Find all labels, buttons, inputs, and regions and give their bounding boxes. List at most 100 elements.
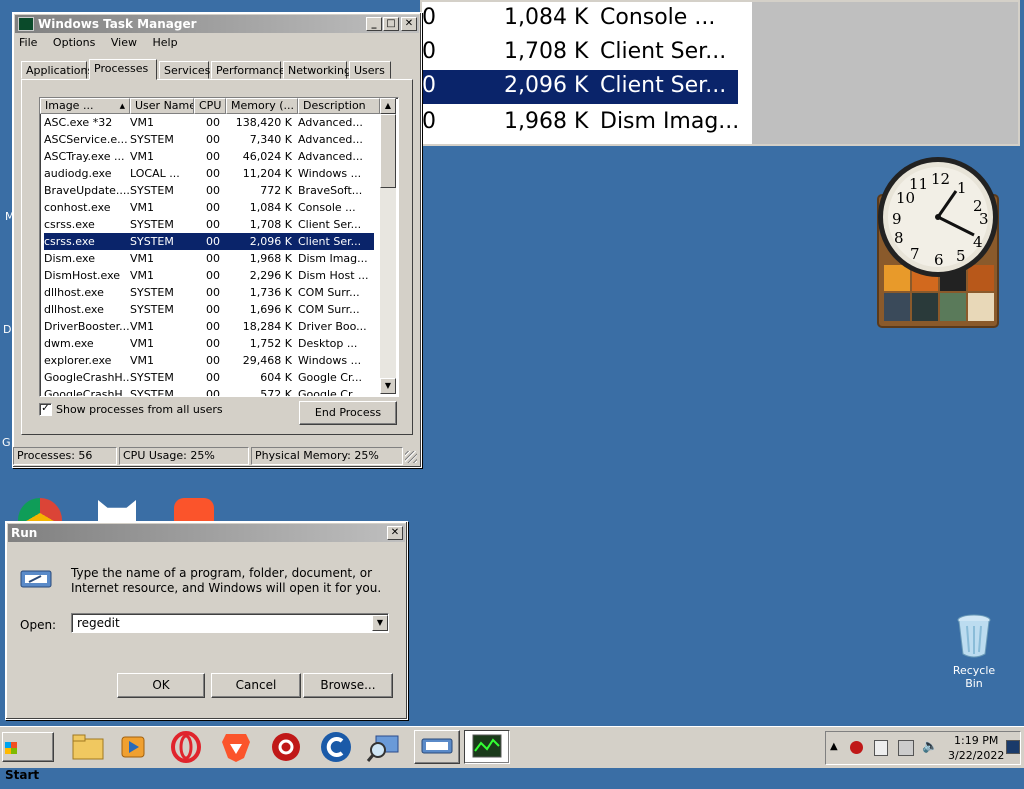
run-ok-button[interactable]: OK bbox=[117, 673, 205, 698]
brave-icon[interactable] bbox=[218, 730, 254, 764]
scroll-up-button[interactable]: ▲ bbox=[380, 98, 396, 114]
run-close-button[interactable]: ✕ bbox=[387, 526, 403, 540]
action-center-icon[interactable] bbox=[874, 740, 888, 756]
driver-booster-tray-icon[interactable] bbox=[850, 741, 863, 754]
column-user-name[interactable]: User Name bbox=[130, 98, 194, 114]
close-button[interactable]: ✕ bbox=[401, 17, 417, 31]
column-cpu[interactable]: CPU bbox=[194, 98, 226, 114]
process-image: explorer.exe bbox=[44, 354, 112, 367]
column-image[interactable]: Image ... ▲ bbox=[40, 98, 130, 114]
recycle-bin-icon[interactable] bbox=[956, 614, 992, 658]
process-row[interactable]: dwm.exe VM1 00 1,752 K Desktop ... bbox=[44, 335, 374, 352]
run-cancel-button[interactable]: Cancel bbox=[211, 673, 301, 698]
process-row[interactable]: audiodg.exe LOCAL ... 00 11,204 K Windows ..… bbox=[44, 165, 374, 182]
scroll-down-button[interactable]: ▼ bbox=[380, 378, 396, 394]
tab-performance[interactable]: Performance bbox=[211, 61, 286, 79]
task-manager-app-icon bbox=[18, 17, 34, 31]
show-hidden-icons-icon[interactable]: ▲ bbox=[830, 741, 838, 752]
end-process-button[interactable]: End Process bbox=[299, 401, 397, 425]
driver-booster-icon[interactable] bbox=[268, 730, 304, 764]
menu-view[interactable]: View bbox=[111, 36, 137, 49]
show-all-users-checkbox[interactable]: ✓ bbox=[39, 403, 52, 416]
run-open-field[interactable]: regedit ▼ bbox=[71, 613, 389, 633]
media-player-icon[interactable] bbox=[116, 730, 152, 764]
process-row[interactable]: ASCTray.exe ... VM1 00 46,024 K Advanced... bbox=[44, 148, 374, 165]
tab-networking[interactable]: Networking bbox=[283, 61, 351, 79]
tab-processes[interactable]: Processes bbox=[89, 59, 157, 80]
scroll-thumb[interactable] bbox=[380, 114, 396, 188]
process-memory: 572 K bbox=[260, 388, 292, 396]
menu-help[interactable]: Help bbox=[152, 36, 177, 49]
run-open-label: Open: bbox=[20, 618, 57, 632]
process-row[interactable]: ASC.exe *32 VM1 00 138,420 K Advanced... bbox=[44, 114, 374, 131]
process-row[interactable]: explorer.exe VM1 00 29,468 K Windows ... bbox=[44, 352, 374, 369]
clock-date[interactable]: 3/22/2022 bbox=[948, 749, 1004, 762]
ccleaner-icon[interactable] bbox=[318, 730, 354, 764]
process-row[interactable]: conhost.exe VM1 00 1,084 K Console ... bbox=[44, 199, 374, 216]
magnifier-window: 0 1,084 K Console ... 0 1,708 K Client S… bbox=[420, 0, 1020, 146]
process-description: COM Surr... bbox=[298, 303, 360, 316]
process-row[interactable]: csrss.exe SYSTEM 00 1,708 K Client Ser... bbox=[44, 216, 374, 233]
process-image: dllhost.exe bbox=[44, 286, 104, 299]
process-memory: 1,736 K bbox=[249, 286, 292, 299]
process-row[interactable]: BraveUpdate.... SYSTEM 00 772 K BraveSoft... bbox=[44, 182, 374, 199]
tab-applications[interactable]: Applications bbox=[21, 61, 93, 79]
process-image: ASC.exe *32 bbox=[44, 116, 113, 129]
process-user: SYSTEM bbox=[130, 235, 174, 248]
start-button[interactable]: Start bbox=[2, 732, 54, 782]
process-row-selected[interactable]: csrss.exe SYSTEM 00 2,096 K Client Ser... bbox=[44, 233, 374, 250]
process-row[interactable]: dllhost.exe SYSTEM 00 1,696 K COM Surr... bbox=[44, 301, 374, 318]
search-computer-icon[interactable] bbox=[366, 730, 402, 764]
tab-services[interactable]: Services bbox=[159, 61, 210, 79]
minimize-button[interactable]: _ bbox=[366, 17, 382, 31]
process-row[interactable]: GoogleCrashH... SYSTEM 00 604 K Google Cr... bbox=[44, 369, 374, 386]
tab-users[interactable]: Users bbox=[349, 61, 391, 79]
run-program-icon bbox=[20, 568, 52, 590]
clock-gadget[interactable]: 12 1 2 3 4 5 6 7 8 9 10 11 bbox=[874, 155, 1002, 330]
process-memory: 11,204 K bbox=[242, 167, 292, 180]
clock-time[interactable]: 1:19 PM bbox=[954, 734, 998, 747]
run-titlebar[interactable]: Run ✕ bbox=[8, 524, 405, 542]
process-user: SYSTEM bbox=[130, 303, 174, 316]
process-memory: 2,096 K bbox=[249, 235, 292, 248]
resize-grip-icon[interactable] bbox=[405, 451, 417, 463]
run-open-dropdown-button[interactable]: ▼ bbox=[372, 615, 388, 631]
status-processes: Processes: 56 bbox=[13, 447, 117, 465]
trash-can-icon bbox=[957, 614, 991, 658]
column-description[interactable]: Description bbox=[298, 98, 380, 114]
desktop-edge-letter-g: G bbox=[2, 436, 11, 449]
process-image: conhost.exe bbox=[44, 201, 111, 214]
process-row[interactable]: GoogleCrashH... SYSTEM 00 572 K Google Cr... bbox=[44, 386, 374, 396]
column-memory[interactable]: Memory (... bbox=[226, 98, 298, 114]
volume-icon[interactable]: 🔈 bbox=[922, 739, 938, 754]
process-list-header: Image ... ▲ User Name CPU Memory (... Des… bbox=[40, 98, 380, 114]
process-user: VM1 bbox=[130, 354, 155, 367]
process-row[interactable]: DismHost.exe VM1 00 2,296 K Dism Host ... bbox=[44, 267, 374, 284]
task-manager-title: Windows Task Manager bbox=[38, 17, 197, 31]
process-row[interactable]: ASCService.e... SYSTEM 00 7,340 K Advanced..… bbox=[44, 131, 374, 148]
process-memory: 1,968 K bbox=[249, 252, 292, 265]
explorer-icon[interactable] bbox=[70, 730, 106, 764]
maximize-button[interactable]: □ bbox=[383, 17, 399, 31]
process-list: Image ... ▲ User Name CPU Memory (... Des… bbox=[39, 97, 399, 397]
task-manager-taskbar-button[interactable] bbox=[464, 730, 510, 764]
menu-options[interactable]: Options bbox=[53, 36, 95, 49]
run-browse-button[interactable]: Browse... bbox=[303, 673, 393, 698]
process-image: GoogleCrashH... bbox=[44, 371, 130, 384]
process-list-scrollbar[interactable]: ▲ ▼ bbox=[380, 98, 396, 394]
opera-icon[interactable] bbox=[168, 730, 204, 764]
task-manager-window: Windows Task Manager _ □ ✕ File Options … bbox=[12, 12, 422, 468]
process-row[interactable]: Dism.exe VM1 00 1,968 K Dism Imag... bbox=[44, 250, 374, 267]
network-icon[interactable] bbox=[898, 740, 914, 756]
system-tray: ▲ 🔈 1:19 PM 3/22/2022 bbox=[825, 731, 1021, 765]
show-desktop-icon[interactable] bbox=[1006, 740, 1020, 754]
process-user: LOCAL ... bbox=[130, 167, 180, 180]
process-row[interactable]: dllhost.exe SYSTEM 00 1,736 K COM Surr... bbox=[44, 284, 374, 301]
run-taskbar-button[interactable] bbox=[414, 730, 460, 764]
process-memory: 18,284 K bbox=[242, 320, 292, 333]
process-row[interactable]: DriverBooster.... VM1 00 18,284 K Driver Boo… bbox=[44, 318, 374, 335]
recycle-bin-label[interactable]: Recycle Bin bbox=[944, 664, 1004, 690]
task-manager-titlebar[interactable]: Windows Task Manager _ □ ✕ bbox=[15, 15, 419, 33]
show-all-users-label[interactable]: Show processes from all users bbox=[56, 403, 223, 416]
menu-file[interactable]: File bbox=[19, 36, 37, 49]
